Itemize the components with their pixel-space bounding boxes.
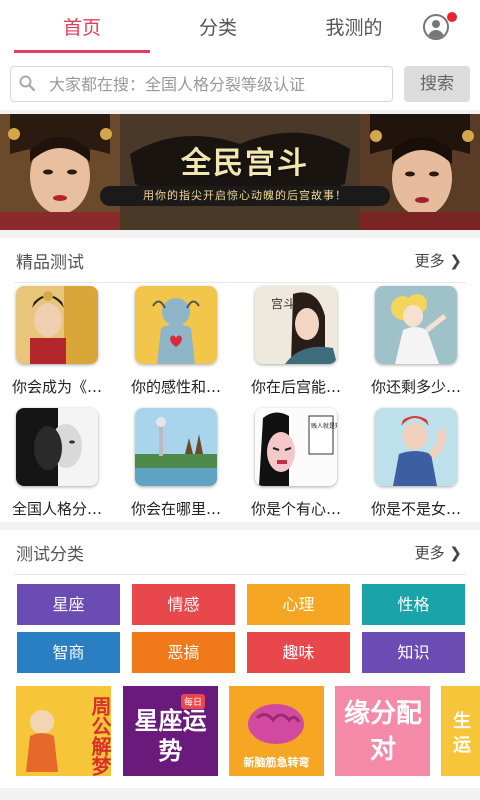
test-caption: 你在后宫能… — [251, 378, 342, 396]
divider — [14, 574, 466, 575]
search-bar: 搜索 — [0, 58, 480, 110]
test-item[interactable]: 你的感性和… — [131, 286, 239, 406]
test-thumbnail-comic-face: 贱人就是矫情 — [255, 408, 337, 486]
chevron-right-icon: ❯ — [449, 252, 462, 270]
test-categories-section: 测试分类 更多 ❯ 星座 情感 心理 性格 智商 恶搞 趣味 知识 — [0, 530, 480, 676]
divider — [14, 282, 466, 283]
test-caption: 全国人格分… — [12, 500, 103, 518]
chevron-right-icon: ❯ — [449, 544, 462, 562]
categories-more-link[interactable]: 更多 ❯ — [415, 542, 462, 563]
banner-portrait-left — [0, 114, 120, 230]
promo-fortune[interactable]: 生运 — [441, 686, 480, 776]
category-button-fun[interactable]: 趣味 — [247, 632, 350, 673]
category-button-psychology[interactable]: 心理 — [247, 584, 350, 625]
top-tab-bar: 首页 分类 我测的 — [0, 0, 480, 58]
featured-tests-section: 精品测试 更多 ❯ 你会成为《… 你的感性和… 宫斗 你在后宫能… 你还剩多少…… — [0, 238, 480, 522]
more-label: 更多 — [414, 544, 445, 562]
test-item[interactable]: 全国人格分… — [12, 408, 120, 528]
banner-subtitle: 用你的指尖开启惊心动魄的后宫故事！ — [100, 186, 390, 206]
promo-daily-horoscope[interactable]: 每日 星座运势 — [123, 686, 218, 776]
tab-categories[interactable]: 分类 — [150, 0, 286, 56]
promo-text: 周公解梦 — [88, 696, 111, 776]
test-thumbnail-empress — [16, 286, 98, 364]
test-caption: 你会在哪里… — [131, 500, 222, 518]
search-icon — [19, 75, 35, 91]
promo-app-strip: 周公解梦 每日 星座运势 新脑筋急转弯 缘分配对 生运 — [0, 676, 480, 788]
test-thumbnail-cartoon-girl — [375, 286, 457, 364]
test-item[interactable]: 你是不是女… — [371, 408, 479, 528]
test-item[interactable]: 贱人就是矫情 你是个有心… — [251, 408, 359, 528]
test-thumbnail-heart-figure — [135, 286, 217, 364]
test-item[interactable]: 宫斗 你在后宫能… — [251, 286, 359, 406]
promo-text: 新脑筋急转弯 — [243, 756, 310, 769]
test-thumbnail-strong-woman — [375, 408, 457, 486]
notification-dot — [447, 12, 457, 22]
test-thumbnail-landscape — [135, 408, 217, 486]
test-caption: 你的感性和… — [131, 378, 222, 396]
category-button-parody[interactable]: 恶搞 — [132, 632, 235, 673]
svg-text:宫斗: 宫斗 — [271, 296, 295, 311]
category-button-emotion[interactable]: 情感 — [132, 584, 235, 625]
test-caption: 你是不是女… — [371, 500, 462, 518]
category-button-iq[interactable]: 智商 — [17, 632, 120, 673]
promo-love-match[interactable]: 缘分配对 — [335, 686, 430, 776]
promo-text: 缘分配对 — [343, 699, 422, 765]
tab-home[interactable]: 首页 — [14, 0, 150, 56]
search-button[interactable]: 搜索 — [404, 66, 470, 102]
test-item[interactable]: 你还剩多少… — [371, 286, 479, 406]
promo-dream-interpretation[interactable]: 周公解梦 — [16, 686, 111, 776]
brain-icon — [248, 704, 304, 744]
section-title-categories: 测试分类 — [16, 545, 84, 565]
test-thumbnail-split-face — [16, 408, 98, 486]
tab-my-tests[interactable]: 我测的 — [286, 0, 422, 56]
test-thumbnail-palace-lady: 宫斗 — [255, 286, 337, 364]
search-input[interactable] — [49, 67, 389, 101]
featured-more-link[interactable]: 更多 ❯ — [415, 250, 462, 271]
category-button-knowledge[interactable]: 知识 — [362, 632, 465, 673]
user-avatar-icon[interactable] — [423, 14, 449, 40]
search-box[interactable] — [10, 66, 393, 102]
more-label: 更多 — [414, 252, 445, 270]
promo-banner[interactable]: 全民宫斗 用你的指尖开启惊心动魄的后宫故事！ — [0, 114, 480, 230]
test-caption: 你还剩多少… — [371, 378, 462, 396]
promo-brain-teaser[interactable]: 新脑筋急转弯 — [229, 686, 324, 776]
category-button-personality[interactable]: 性格 — [362, 584, 465, 625]
test-caption: 你是个有心… — [251, 500, 342, 518]
test-item[interactable]: 你会在哪里… — [131, 408, 239, 528]
banner-title: 全民宫斗 — [181, 146, 309, 181]
test-caption: 你会成为《… — [12, 378, 103, 396]
banner-portrait-right — [360, 114, 480, 230]
section-title-featured: 精品测试 — [16, 253, 84, 273]
category-button-astrology[interactable]: 星座 — [17, 584, 120, 625]
svg-text:贱人就是矫情: 贱人就是矫情 — [311, 422, 337, 430]
promo-text: 生运 — [453, 711, 471, 756]
active-tab-indicator — [14, 50, 150, 53]
test-item[interactable]: 你会成为《… — [12, 286, 120, 406]
promo-text: 星座运势 — [134, 707, 207, 765]
